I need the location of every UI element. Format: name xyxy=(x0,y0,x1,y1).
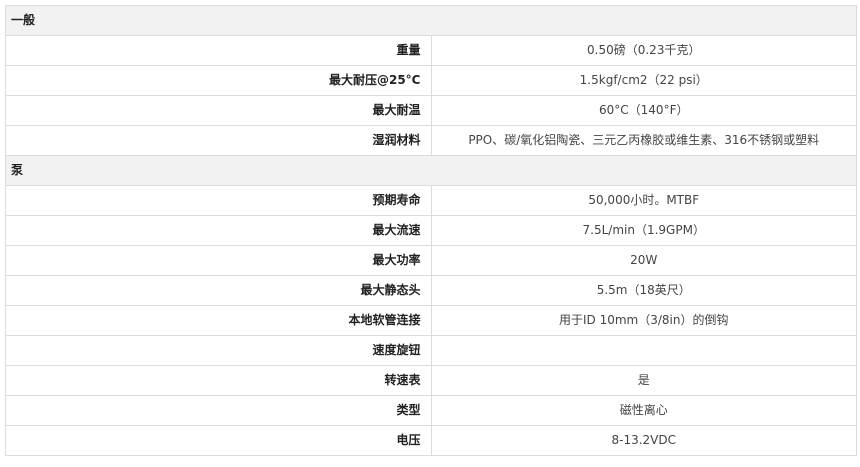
spec-row-max-static-head: 最大静态头 5.5m（18英尺） xyxy=(5,275,857,306)
spec-value: 50,000小时。MTBF xyxy=(430,185,857,216)
spec-label: 最大耐温 xyxy=(5,95,432,126)
section-title: 泵 xyxy=(5,155,857,186)
spec-value: 8-13.2VDC xyxy=(430,425,857,456)
spec-label: 重量 xyxy=(5,35,432,66)
spec-label: 预期寿命 xyxy=(5,185,432,216)
spec-row-expected-life: 预期寿命 50,000小时。MTBF xyxy=(5,185,857,216)
spec-label: 本地软管连接 xyxy=(5,305,432,336)
spec-value: 60°C（140°F） xyxy=(430,95,857,126)
spec-row-tachometer: 转速表 是 xyxy=(5,365,857,396)
spec-label: 电压 xyxy=(5,425,432,456)
spec-row-wetted-materials: 湿润材料 PPO、碳/氧化铝陶瓷、三元乙丙橡胶或维生素、316不锈钢或塑料 xyxy=(5,125,857,156)
section-header-general: 一般 xyxy=(5,5,857,36)
spec-row-max-temperature: 最大耐温 60°C（140°F） xyxy=(5,95,857,126)
spec-row-max-pressure: 最大耐压@25°C 1.5kgf/cm2（22 psi） xyxy=(5,65,857,96)
spec-row-speed-knob: 速度旋钮 xyxy=(5,335,857,366)
spec-value: 20W xyxy=(430,245,857,276)
spec-label: 速度旋钮 xyxy=(5,335,432,366)
spec-value: 0.50磅（0.23千克） xyxy=(430,35,857,66)
spec-value: PPO、碳/氧化铝陶瓷、三元乙丙橡胶或维生素、316不锈钢或塑料 xyxy=(430,125,857,156)
spec-value: 用于ID 10mm（3/8in）的倒钩 xyxy=(430,305,857,336)
spec-value: 是 xyxy=(430,365,857,396)
spec-value: 7.5L/min（1.9GPM） xyxy=(430,215,857,246)
spec-row-voltage: 电压 8-13.2VDC xyxy=(5,425,857,456)
spec-label: 转速表 xyxy=(5,365,432,396)
spec-value: 1.5kgf/cm2（22 psi） xyxy=(430,65,857,96)
spec-label: 最大耐压@25°C xyxy=(5,65,432,96)
spec-row-max-power: 最大功率 20W xyxy=(5,245,857,276)
spec-row-type: 类型 磁性离心 xyxy=(5,395,857,426)
spec-value: 磁性离心 xyxy=(430,395,857,426)
spec-label: 最大流速 xyxy=(5,215,432,246)
spec-row-hose-connection: 本地软管连接 用于ID 10mm（3/8in）的倒钩 xyxy=(5,305,857,336)
spec-value xyxy=(430,335,857,366)
spec-label: 湿润材料 xyxy=(5,125,432,156)
section-header-pump: 泵 xyxy=(5,155,857,186)
section-title: 一般 xyxy=(5,5,857,36)
spec-row-max-flow: 最大流速 7.5L/min（1.9GPM） xyxy=(5,215,857,246)
spec-label: 最大功率 xyxy=(5,245,432,276)
spec-table: 一般 重量 0.50磅（0.23千克） 最大耐压@25°C 1.5kgf/cm2… xyxy=(5,5,857,456)
spec-row-weight: 重量 0.50磅（0.23千克） xyxy=(5,35,857,66)
spec-label: 最大静态头 xyxy=(5,275,432,306)
spec-value: 5.5m（18英尺） xyxy=(430,275,857,306)
spec-label: 类型 xyxy=(5,395,432,426)
